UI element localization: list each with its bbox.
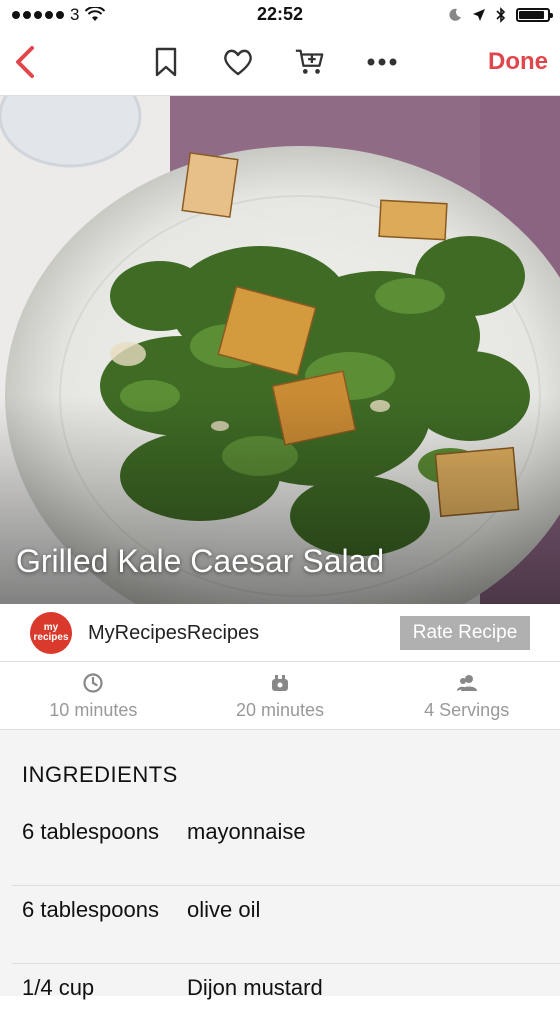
battery-icon bbox=[516, 8, 553, 22]
ingredients-title: INGREDIENTS bbox=[22, 762, 178, 787]
add-to-cart-icon bbox=[295, 49, 324, 74]
ingredient-quantity: 6 tablespoons bbox=[22, 819, 159, 844]
nav-bar: Done bbox=[0, 30, 560, 96]
ingredient-row: 6 tablespoons olive oil bbox=[12, 894, 560, 964]
people-icon bbox=[456, 675, 477, 691]
ingredient-row: 6 tablespoons mayonnaise bbox=[12, 816, 560, 886]
add-to-cart-button[interactable] bbox=[294, 42, 326, 82]
cooking-pot-icon bbox=[272, 675, 288, 691]
prep-time-value: 10 minutes bbox=[49, 700, 138, 720]
ingredient-name: olive oil bbox=[187, 897, 261, 922]
source-logo-text: my recipes bbox=[33, 622, 69, 643]
source-row: my recipes MyRecipesRecipes Rate Recipe bbox=[0, 604, 560, 662]
ingredients-section: INGREDIENTS 6 tablespoons mayonnaise 6 t… bbox=[0, 730, 560, 1000]
bookmark-icon bbox=[155, 47, 177, 77]
prep-time: 10 minutes bbox=[0, 662, 187, 729]
ingredient-quantity: 1/4 cup bbox=[22, 975, 95, 1000]
servings-value: 4 Servings bbox=[424, 700, 510, 720]
back-button[interactable] bbox=[10, 42, 40, 82]
ingredient-name: mayonnaise bbox=[187, 819, 306, 844]
salad-photo-image bbox=[0, 96, 560, 604]
status-time: 22:52 bbox=[256, 4, 304, 24]
back-chevron-icon bbox=[16, 46, 34, 78]
status-bar: 3 22:52 bbox=[0, 0, 560, 30]
recipe-photo: Grilled Kale Caesar Salad bbox=[0, 96, 560, 604]
battery-fill bbox=[519, 11, 544, 19]
more-icon bbox=[367, 58, 397, 66]
cook-time-value: 20 minutes bbox=[235, 700, 325, 720]
clock-icon bbox=[83, 673, 103, 693]
ingredient-row: 1/4 cup Dijon mustard bbox=[12, 972, 560, 1012]
ingredient-quantity: 6 tablespoons bbox=[22, 897, 159, 922]
more-button[interactable] bbox=[366, 42, 398, 82]
source-logo: my recipes bbox=[30, 612, 72, 654]
favorite-button[interactable] bbox=[222, 42, 254, 82]
done-button[interactable]: Done bbox=[488, 48, 548, 76]
servings: 4 Servings bbox=[373, 662, 560, 729]
recipe-title: Grilled Kale Caesar Salad bbox=[16, 543, 385, 579]
bookmark-button[interactable] bbox=[150, 42, 182, 82]
recipe-meta-row: 10 minutes 20 minutes 4 Servings bbox=[0, 662, 560, 730]
heart-icon bbox=[224, 49, 252, 76]
ingredient-name: Dijon mustard bbox=[187, 975, 323, 1000]
nav-actions bbox=[150, 42, 398, 82]
rate-recipe-button[interactable]: Rate Recipe bbox=[400, 616, 530, 650]
cook-time: 20 minutes bbox=[187, 662, 374, 729]
source-name-link[interactable]: MyRecipesRecipes bbox=[88, 622, 259, 645]
